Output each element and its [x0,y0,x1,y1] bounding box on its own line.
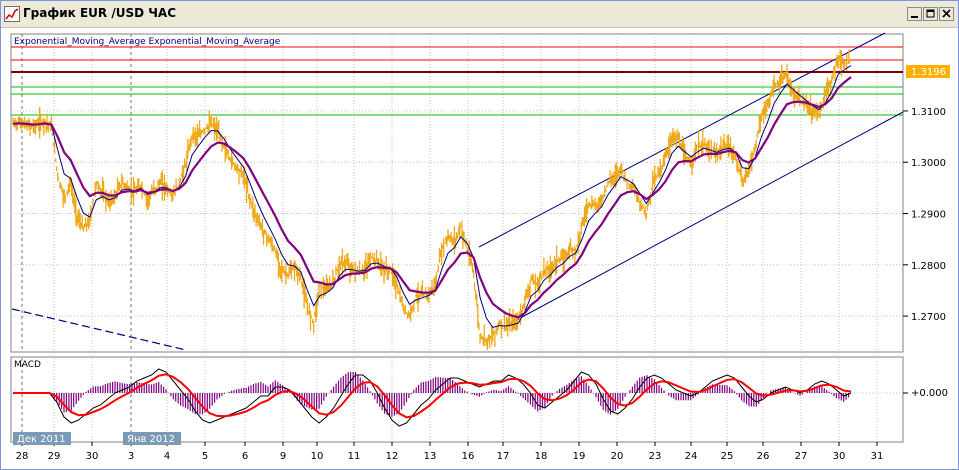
day-tick-label: 30 [86,451,99,462]
minimize-icon [911,16,918,18]
day-tick-label: 20 [611,451,624,462]
minimize-button[interactable] [907,7,922,21]
day-tick-label: 23 [649,451,662,462]
day-tick-label: 4 [164,451,170,462]
current-price-label: 1.3196 [911,67,946,78]
day-tick-label: 12 [386,451,399,462]
day-tick-label: 26 [757,451,770,462]
day-tick-label: 29 [48,451,61,462]
main-plot-frame [10,33,904,353]
price-tick-label: 1.2900 [911,210,946,221]
price-tick-label: 1.3100 [911,107,946,118]
title-bar[interactable]: График EUR /USD ЧАС [1,1,958,28]
close-button[interactable] [939,7,954,21]
macd-label: MACD [14,360,41,370]
chart-window: График EUR /USD ЧАС Exponential_Moving_A… [0,0,959,470]
day-tick-label: 3 [128,451,134,462]
price-tick-label: 1.2700 [911,312,946,323]
day-tick-label: 24 [685,451,698,462]
day-tick-label: 25 [721,451,734,462]
window-title: График EUR /USD ЧАС [23,6,177,20]
day-tick-label: 28 [16,451,29,462]
day-tick-label: 31 [871,451,884,462]
restore-button[interactable] [923,7,938,21]
macd-zero-label: +0.000 [911,388,948,399]
day-tick-label: 27 [795,451,808,462]
day-tick-label: 11 [348,451,361,462]
month-label-jan: Янв 2012 [127,434,175,445]
day-tick-label: 18 [535,451,548,462]
chart-window-icon[interactable] [4,6,20,22]
day-tick-label: 19 [573,451,586,462]
price-tick-label: 1.3000 [911,158,946,169]
indicator-label: Exponential_Moving_Average Exponential_M… [14,37,281,47]
day-tick-label: 17 [497,451,510,462]
day-tick-label: 9 [280,451,286,462]
day-tick-label: 30 [833,451,846,462]
day-tick-label: 10 [311,451,324,462]
close-icon [942,9,951,18]
day-tick-label: 5 [202,451,208,462]
macd-panel-frame [10,356,904,443]
day-tick-label: 6 [242,451,248,462]
restore-icon [926,9,935,18]
day-tick-label: 13 [424,451,437,462]
month-label-dec: Дек 2011 [17,434,66,445]
day-tick-label: 16 [462,451,475,462]
price-tick-label: 1.2800 [911,261,946,272]
price-axis: 1.3100 1.3000 1.2900 1.2800 1.2700 [903,107,946,323]
chart-area[interactable]: Exponential_Moving_Average Exponential_M… [1,27,958,469]
